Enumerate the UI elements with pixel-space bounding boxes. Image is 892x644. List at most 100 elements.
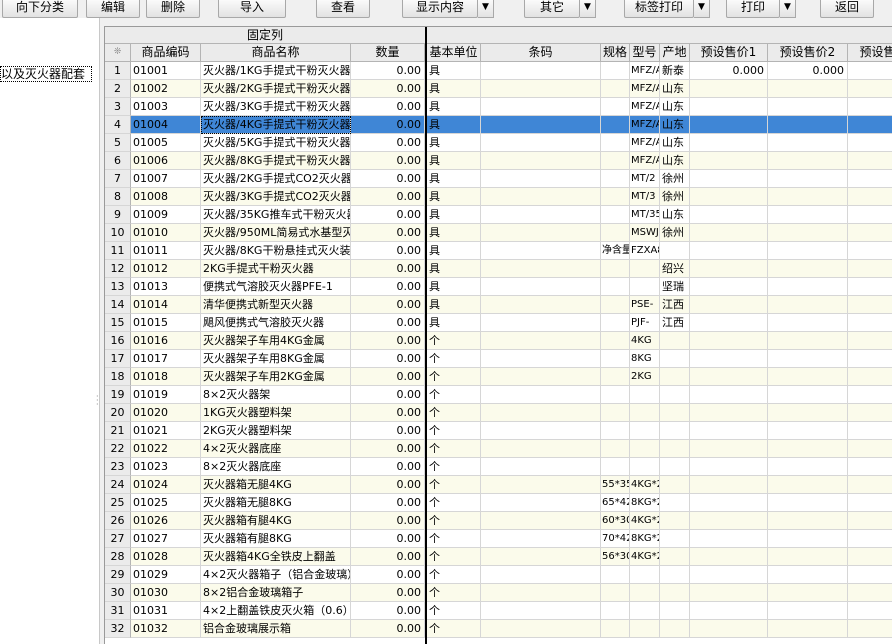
cell-price3[interactable] bbox=[848, 368, 892, 386]
cell-code[interactable]: 01026 bbox=[131, 512, 201, 530]
row-number[interactable]: 18 bbox=[105, 368, 131, 386]
cell-unit[interactable]: 个 bbox=[427, 350, 481, 368]
cell-spec[interactable] bbox=[601, 566, 630, 584]
table-row[interactable]: 14 01014 清华便携式新型灭火器 0.00 具 PSE- 江西 bbox=[105, 296, 892, 314]
cell-qty[interactable]: 0.00 bbox=[351, 386, 425, 404]
cell-origin[interactable]: 徐州 bbox=[660, 188, 690, 206]
cell-price3[interactable] bbox=[848, 386, 892, 404]
cell-unit[interactable]: 具 bbox=[427, 80, 481, 98]
cell-origin[interactable] bbox=[660, 584, 690, 602]
cell-price2[interactable] bbox=[768, 206, 848, 224]
cell-origin[interactable]: 山东 bbox=[660, 134, 690, 152]
column-header-barcode[interactable]: 条码 bbox=[481, 44, 601, 62]
cell-origin[interactable] bbox=[660, 458, 690, 476]
cell-price2[interactable] bbox=[768, 278, 848, 296]
row-number[interactable]: 16 bbox=[105, 332, 131, 350]
cell-code[interactable]: 01007 bbox=[131, 170, 201, 188]
row-number[interactable]: 7 bbox=[105, 170, 131, 188]
cell-qty[interactable]: 0.00 bbox=[351, 206, 425, 224]
cell-price2[interactable] bbox=[768, 602, 848, 620]
cell-origin[interactable] bbox=[660, 512, 690, 530]
cell-price2[interactable] bbox=[768, 620, 848, 638]
cell-price3[interactable] bbox=[848, 530, 892, 548]
cell-price1[interactable] bbox=[690, 242, 768, 260]
cell-model[interactable] bbox=[630, 260, 660, 278]
cell-unit[interactable]: 个 bbox=[427, 458, 481, 476]
cell-model[interactable]: MT/2 bbox=[630, 170, 660, 188]
cell-price3[interactable] bbox=[848, 296, 892, 314]
cell-price2[interactable] bbox=[768, 152, 848, 170]
cell-barcode[interactable] bbox=[481, 80, 601, 98]
cell-unit[interactable]: 具 bbox=[427, 224, 481, 242]
cell-spec[interactable] bbox=[601, 188, 630, 206]
cell-price2[interactable] bbox=[768, 224, 848, 242]
row-number[interactable]: 10 bbox=[105, 224, 131, 242]
cell-origin[interactable]: 山东 bbox=[660, 116, 690, 134]
cell-code[interactable]: 01010 bbox=[131, 224, 201, 242]
cell-price3[interactable] bbox=[848, 242, 892, 260]
cell-model[interactable]: 8KG bbox=[630, 350, 660, 368]
cell-model[interactable]: MFZ/ABC8 bbox=[630, 152, 660, 170]
cell-origin[interactable] bbox=[660, 548, 690, 566]
cell-spec[interactable] bbox=[601, 224, 630, 242]
back-button[interactable]: 返回 bbox=[820, 0, 874, 18]
column-header-origin[interactable]: 产地 bbox=[660, 44, 690, 62]
cell-price2[interactable] bbox=[768, 422, 848, 440]
cell-spec[interactable] bbox=[601, 368, 630, 386]
cell-price2[interactable] bbox=[768, 440, 848, 458]
cell-barcode[interactable] bbox=[481, 476, 601, 494]
cell-code[interactable]: 01001 bbox=[131, 62, 201, 80]
cell-code[interactable]: 01006 bbox=[131, 152, 201, 170]
cell-qty[interactable]: 0.00 bbox=[351, 530, 425, 548]
cell-qty[interactable]: 0.00 bbox=[351, 404, 425, 422]
cell-qty[interactable]: 0.00 bbox=[351, 368, 425, 386]
cell-spec[interactable] bbox=[601, 170, 630, 188]
cell-spec[interactable] bbox=[601, 440, 630, 458]
cell-spec[interactable]: 60*30 bbox=[601, 512, 630, 530]
table-row[interactable]: 20 01020 1KG灭火器塑料架 0.00 个 bbox=[105, 404, 892, 422]
cell-price2[interactable] bbox=[768, 494, 848, 512]
cell-code[interactable]: 01031 bbox=[131, 602, 201, 620]
table-row[interactable]: 21 01021 2KG灭火器塑料架 0.00 个 bbox=[105, 422, 892, 440]
cell-price2[interactable] bbox=[768, 512, 848, 530]
row-number[interactable]: 15 bbox=[105, 314, 131, 332]
row-number[interactable]: 22 bbox=[105, 440, 131, 458]
cell-unit[interactable]: 个 bbox=[427, 332, 481, 350]
cell-name[interactable]: 灭火器/3KG手提式干粉灭火器 bbox=[201, 98, 351, 116]
cell-price2[interactable] bbox=[768, 260, 848, 278]
cell-price3[interactable] bbox=[848, 422, 892, 440]
cell-price3[interactable] bbox=[848, 98, 892, 116]
row-number[interactable]: 2 bbox=[105, 80, 131, 98]
row-number[interactable]: 11 bbox=[105, 242, 131, 260]
column-header-spec[interactable]: 规格 bbox=[601, 44, 630, 62]
cell-model[interactable] bbox=[630, 440, 660, 458]
cell-model[interactable]: 8KG*2 bbox=[630, 494, 660, 512]
cell-price3[interactable] bbox=[848, 260, 892, 278]
cell-model[interactable] bbox=[630, 566, 660, 584]
label-print-dropdown-icon[interactable]: ▼ bbox=[694, 0, 710, 18]
cell-price2[interactable] bbox=[768, 458, 848, 476]
cell-spec[interactable] bbox=[601, 620, 630, 638]
drilldown-category-button[interactable]: 向下分类 bbox=[2, 0, 78, 18]
row-number[interactable]: 31 bbox=[105, 602, 131, 620]
display-content-dropdown-icon[interactable]: ▼ bbox=[478, 0, 494, 18]
cell-qty[interactable]: 0.00 bbox=[351, 566, 425, 584]
row-number[interactable]: 21 bbox=[105, 422, 131, 440]
cell-price2[interactable] bbox=[768, 98, 848, 116]
cell-barcode[interactable] bbox=[481, 530, 601, 548]
cell-price3[interactable] bbox=[848, 440, 892, 458]
cell-model[interactable]: 4KG*2 bbox=[630, 548, 660, 566]
column-header-price1[interactable]: 预设售价1 bbox=[690, 44, 768, 62]
cell-spec[interactable]: 65*42 bbox=[601, 494, 630, 512]
cell-origin[interactable] bbox=[660, 602, 690, 620]
row-number[interactable]: 17 bbox=[105, 350, 131, 368]
cell-price2[interactable] bbox=[768, 476, 848, 494]
row-number[interactable]: 28 bbox=[105, 548, 131, 566]
cell-spec[interactable] bbox=[601, 278, 630, 296]
cell-spec[interactable] bbox=[601, 206, 630, 224]
cell-spec[interactable] bbox=[601, 422, 630, 440]
cell-name[interactable]: 灭火器箱无腿4KG bbox=[201, 476, 351, 494]
cell-unit[interactable]: 个 bbox=[427, 548, 481, 566]
cell-unit[interactable]: 个 bbox=[427, 476, 481, 494]
cell-model[interactable]: FZXA8 bbox=[630, 242, 660, 260]
